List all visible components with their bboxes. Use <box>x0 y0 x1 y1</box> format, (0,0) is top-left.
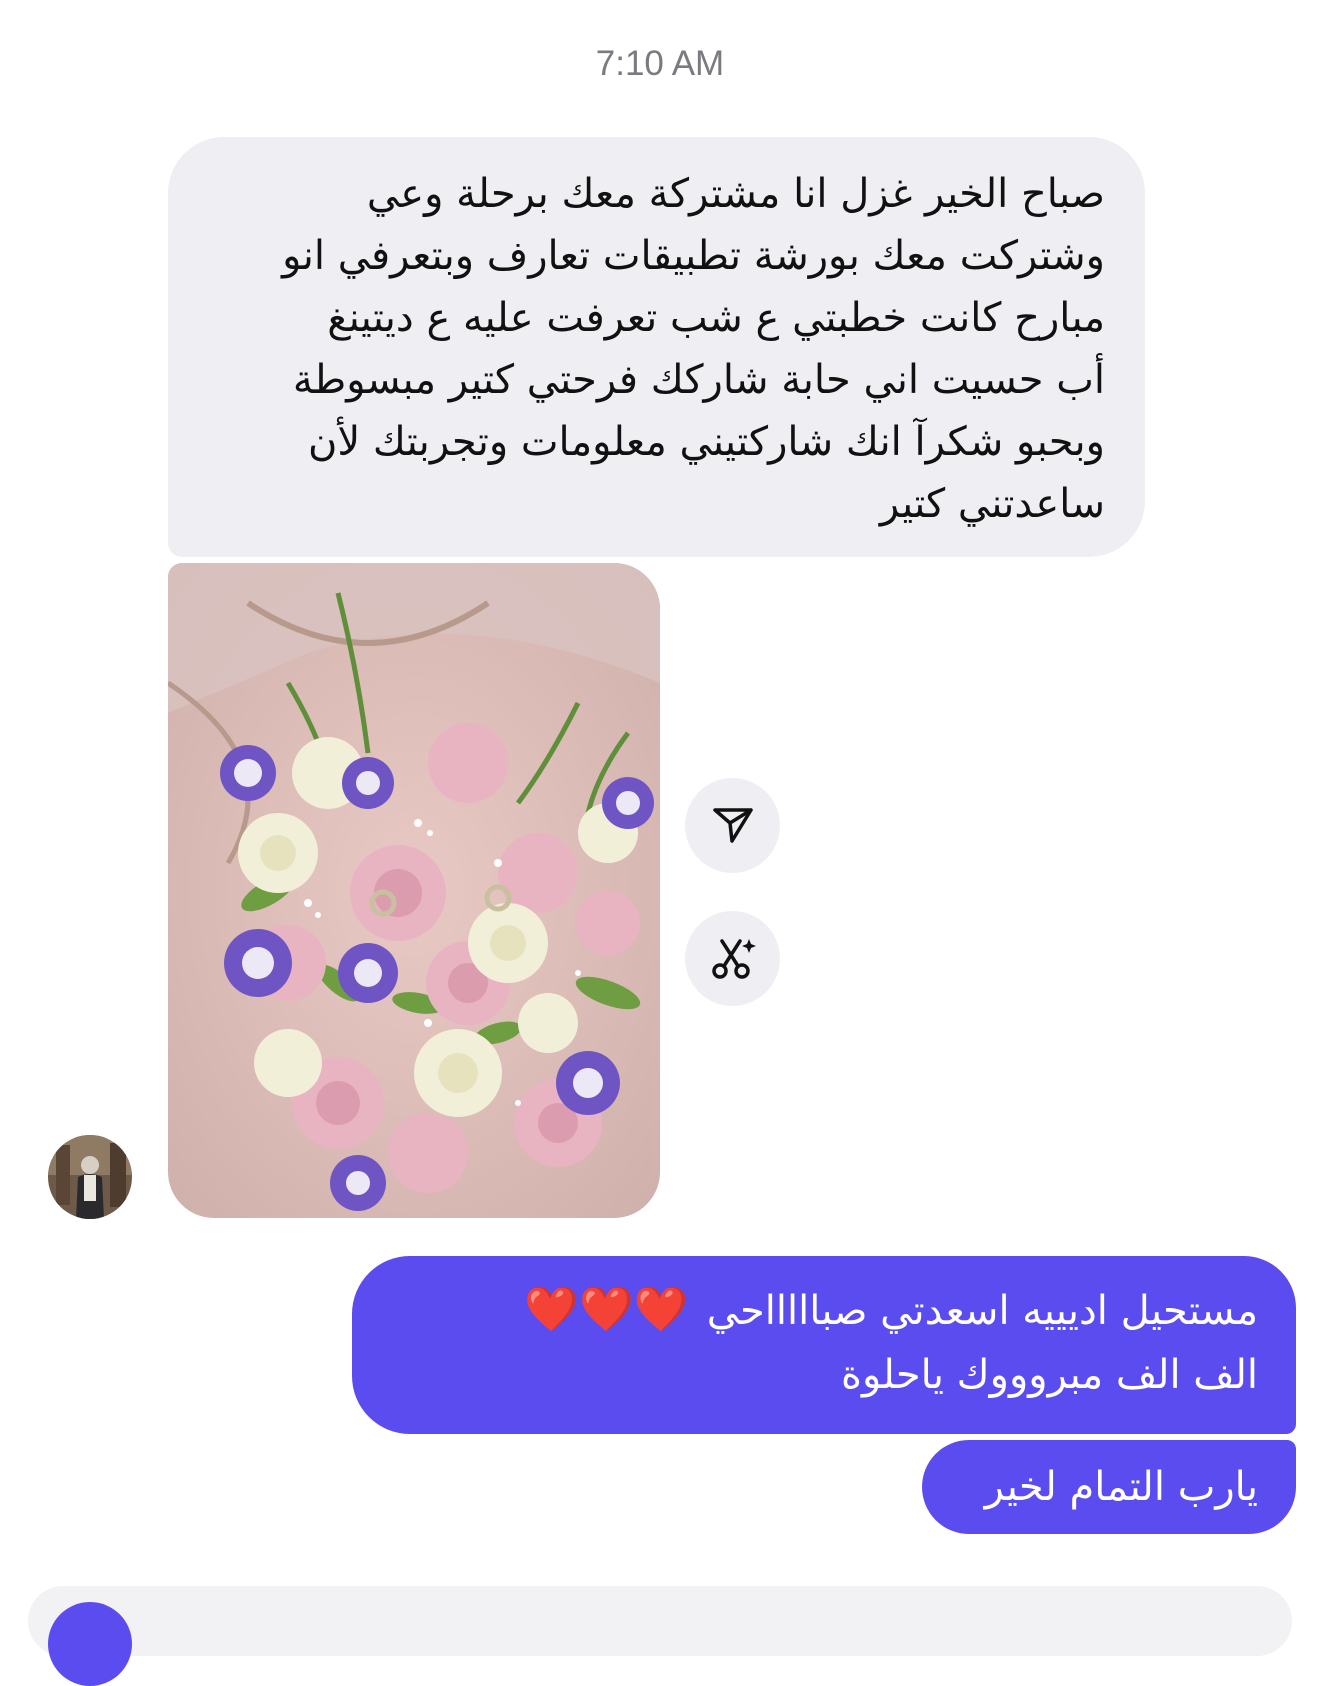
outgoing-message-bubble[interactable]: يارب التمام لخير <box>922 1440 1296 1534</box>
outgoing-message-line: مستحيل اديييه اسعدتي صباااااحي ❤️❤️❤️ <box>382 1278 1258 1343</box>
incoming-photo-message[interactable] <box>168 563 660 1218</box>
share-button[interactable] <box>685 778 780 873</box>
camera-button[interactable] <box>48 1602 132 1686</box>
incoming-message-line: وشتركت معك بورشة تطبيقات تعارف وبتعرفي ا… <box>282 233 1105 279</box>
outgoing-message-text: مستحيل اديييه اسعدتي صباااااحي <box>706 1288 1258 1334</box>
sender-avatar[interactable] <box>48 1135 132 1219</box>
incoming-message-line: وبحبو شكرآ انك شاركتيني معلومات وتجربتك … <box>308 419 1105 465</box>
message-timestamp: 7:10 AM <box>595 44 725 83</box>
paper-plane-icon <box>710 801 756 851</box>
outgoing-message-bubble[interactable]: مستحيل اديييه اسعدتي صباااااحي ❤️❤️❤️ الف… <box>352 1256 1296 1434</box>
outgoing-message-text-line2: الف الف مبروووك ياحلوة <box>841 1352 1258 1398</box>
remix-button[interactable] <box>685 911 780 1006</box>
incoming-message-text: صباح الخير غزل انا مشتركة معك برحلة وعي … <box>205 163 1105 535</box>
profile-avatar-image <box>48 1135 132 1219</box>
incoming-message-line: أب حسيت اني حابة شاركك فرحتي كتير مبسوطة <box>292 357 1105 403</box>
incoming-message-bubble[interactable]: صباح الخير غزل انا مشتركة معك برحلة وعي … <box>168 137 1145 557</box>
incoming-message-line: صباح الخير غزل انا مشتركة معك برحلة وعي <box>366 171 1105 217</box>
scissors-sparkle-icon <box>709 933 757 985</box>
heart-emojis: ❤️❤️❤️ <box>524 1284 689 1335</box>
message-composer[interactable] <box>28 1586 1292 1656</box>
incoming-message-line: ساعدتني كتير <box>879 481 1105 527</box>
incoming-message-line: مبارح كانت خطبتي ع شب تعرفت عليه ع ديتين… <box>327 295 1105 341</box>
flower-bouquet-image <box>168 563 660 1218</box>
